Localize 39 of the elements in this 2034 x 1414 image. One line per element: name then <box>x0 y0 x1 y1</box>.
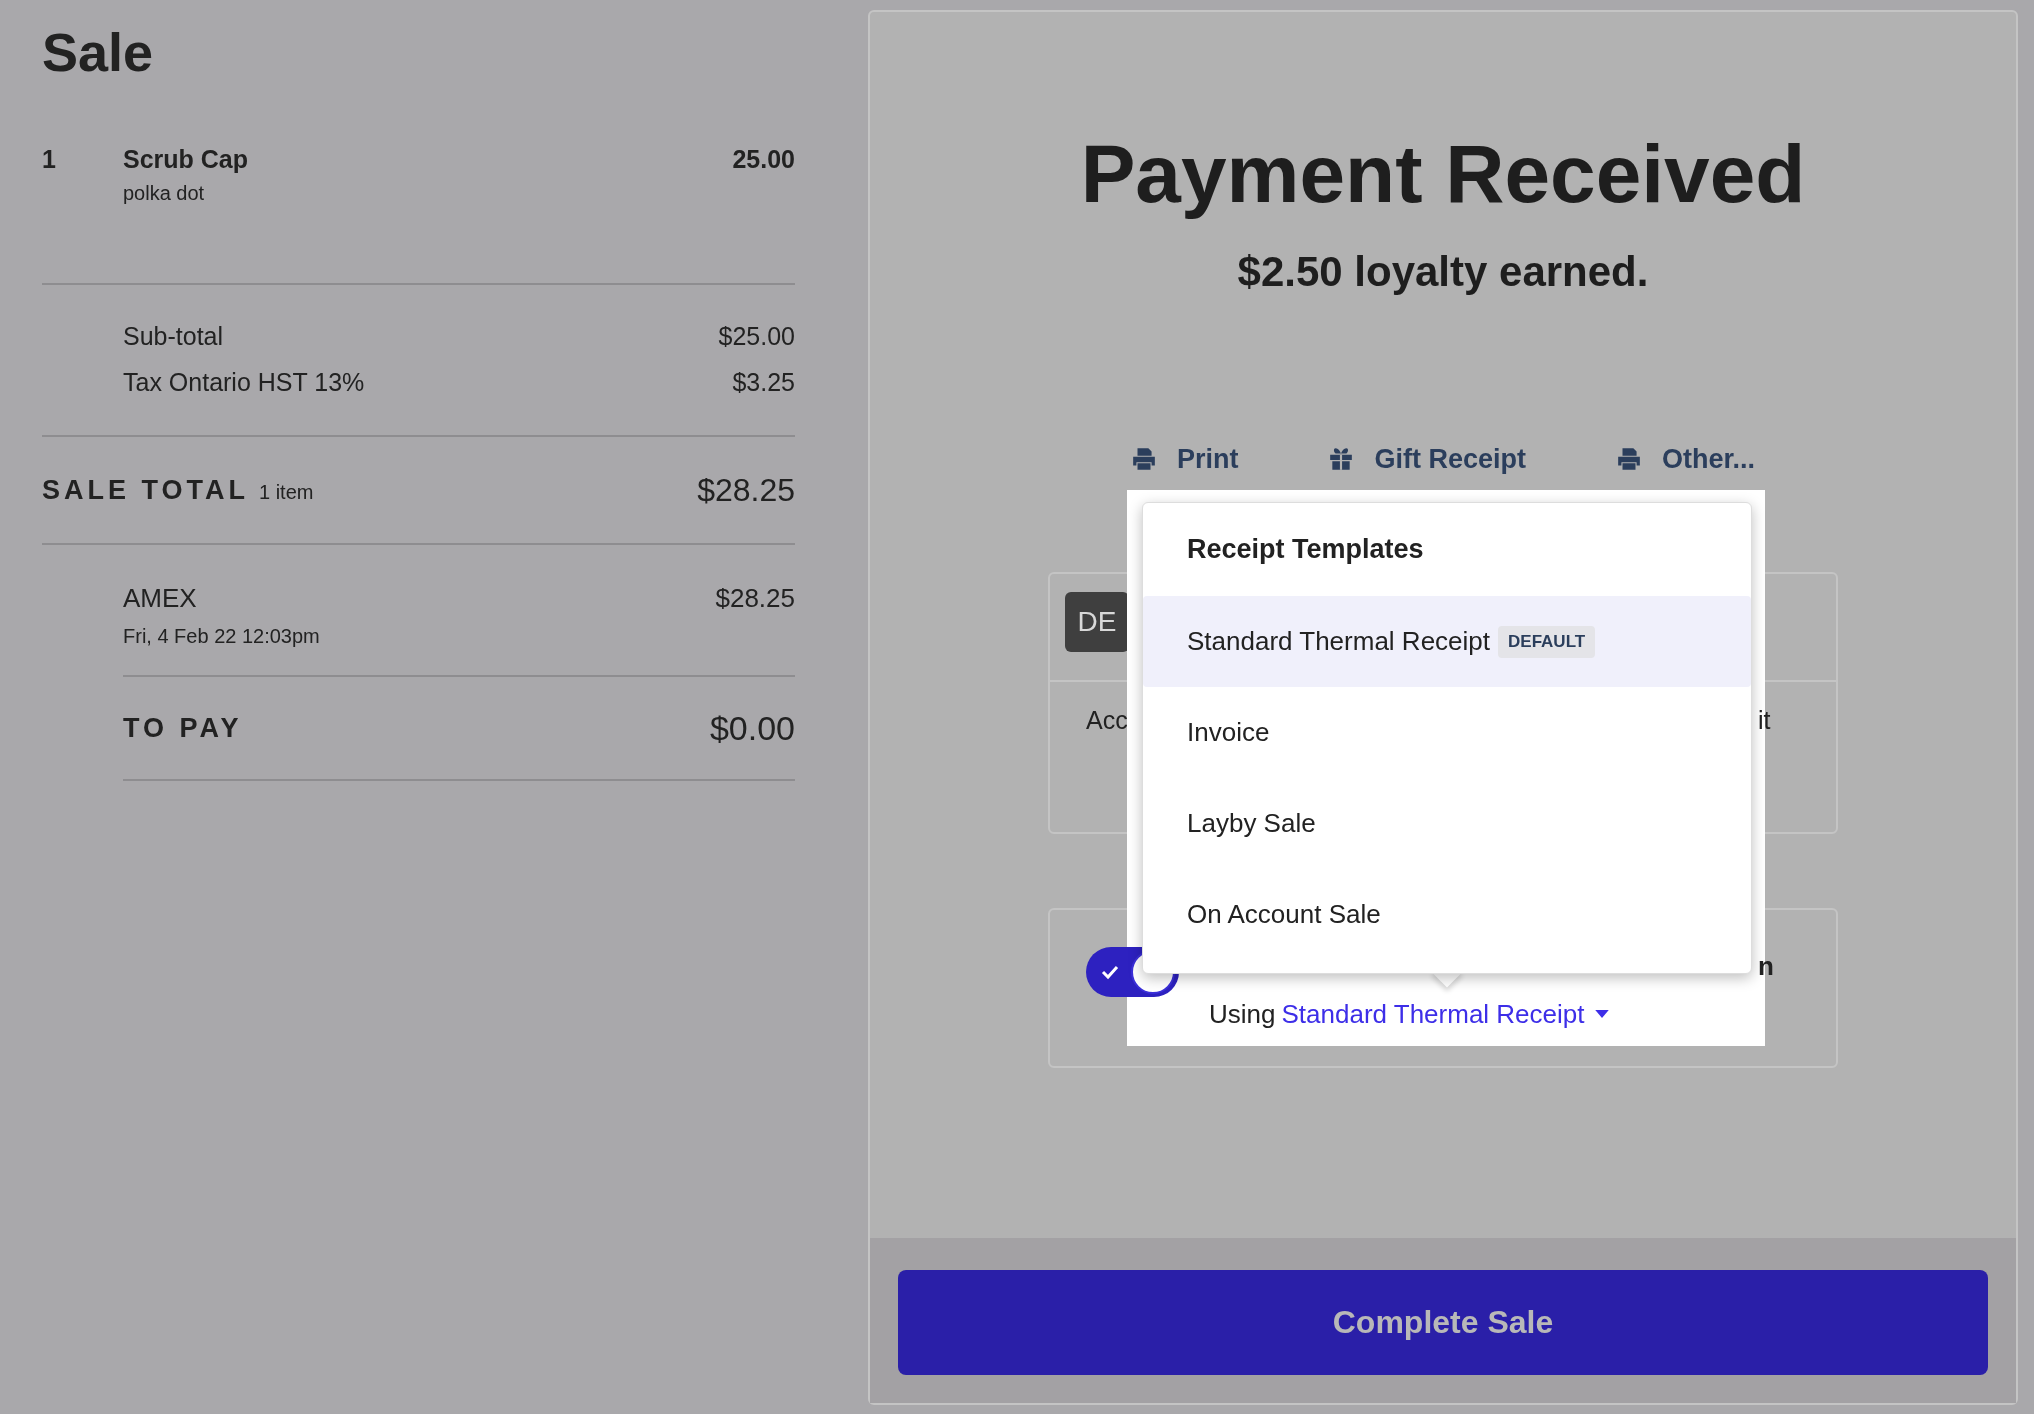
subtotal-amount: $25.00 <box>718 321 795 352</box>
item-quantity: 1 <box>42 144 57 174</box>
customer-avatar: DE <box>1065 592 1129 652</box>
subtotal-label: Tax Ontario HST 13% <box>123 367 365 398</box>
gift-icon <box>1328 447 1355 471</box>
loyalty-message: $2.50 loyalty earned. <box>1237 247 1649 297</box>
credit-label: it <box>1758 705 1771 736</box>
template-option[interactable]: Invoice <box>1143 687 1751 778</box>
sale-total-label: SALE TOTAL <box>42 474 249 506</box>
template-option[interactable]: Layby Sale <box>1143 778 1751 869</box>
item-price: 25.00 <box>732 144 795 174</box>
payment-date: Fri, 4 Feb 22 12:03pm <box>123 624 320 649</box>
receipt-link[interactable]: Other... <box>1616 439 1756 479</box>
subtotal-label: Sub-total <box>123 321 224 352</box>
using-label: Using <box>1209 998 1276 1031</box>
account-label: Acc <box>1086 705 1128 736</box>
sale-total-amount: $28.25 <box>697 471 795 509</box>
default-badge: DEFAULT <box>1498 625 1596 658</box>
item-variant: polka dot <box>123 181 206 206</box>
template-dropdown[interactable]: Standard Thermal Receipt <box>1281 996 1609 1032</box>
receipt-link[interactable]: Print <box>1130 439 1239 479</box>
to-pay-amount: $0.00 <box>709 708 795 748</box>
complete-sale-button[interactable]: Complete Sale <box>898 1270 1988 1375</box>
payment-amount: $28.25 <box>715 582 795 615</box>
template-option[interactable]: On Account Sale <box>1143 869 1751 960</box>
printer-icon <box>1130 447 1157 471</box>
to-pay-label: TO PAY <box>123 712 243 744</box>
item-count: 1 item <box>259 480 314 504</box>
email-label: n <box>1758 950 1774 983</box>
printer-icon <box>1616 447 1642 471</box>
payment-method: AMEX <box>123 582 198 615</box>
caret-icon <box>1594 1009 1609 1019</box>
receipt-link[interactable]: Gift Receipt <box>1328 439 1526 479</box>
item-name: Scrub Cap <box>123 144 250 174</box>
subtotal-amount: $3.25 <box>732 367 795 398</box>
template-option[interactable]: Standard Thermal Receipt DEFAULT <box>1143 596 1751 687</box>
sale-title: Sale <box>42 21 155 84</box>
menu-heading: Receipt Templates <box>1186 533 1425 566</box>
payment-title: Payment Received <box>1080 127 1806 221</box>
